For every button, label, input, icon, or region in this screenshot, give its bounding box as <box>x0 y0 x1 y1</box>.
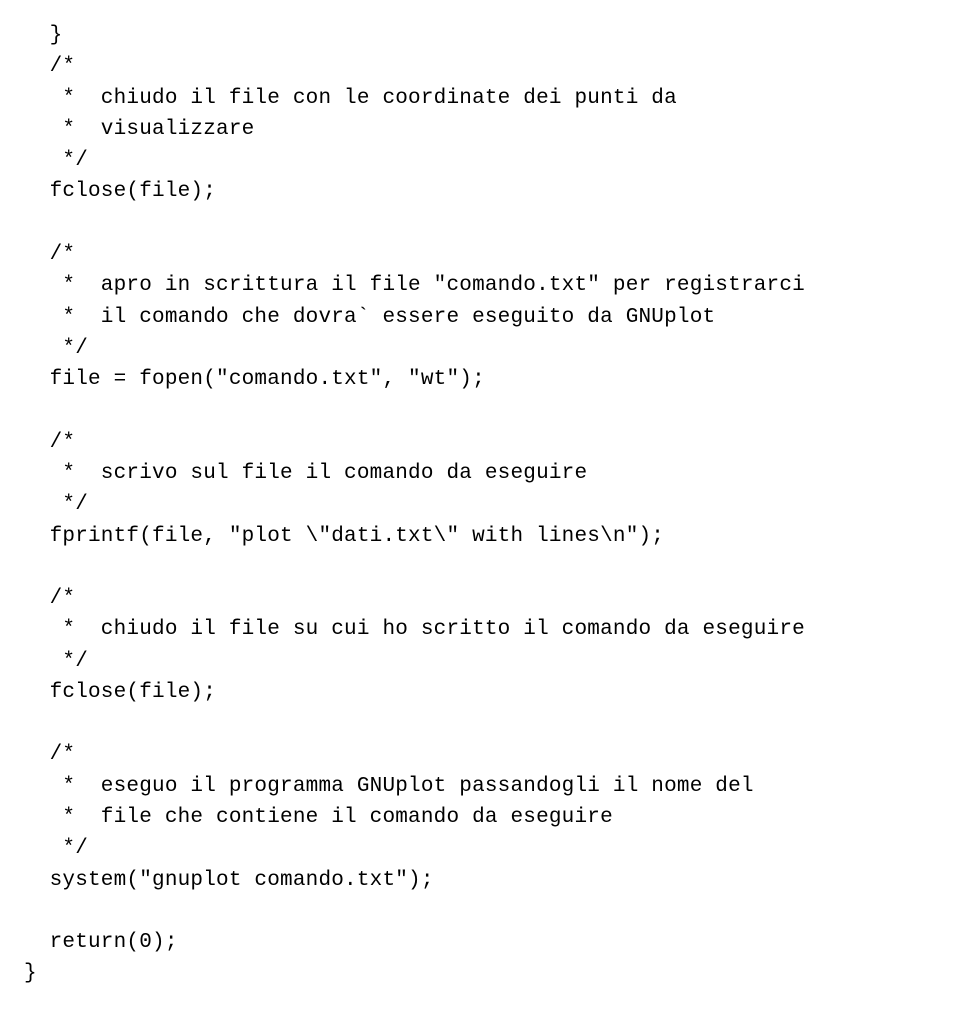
code-block: } /* * chiudo il file con le coordinate … <box>0 0 960 1010</box>
